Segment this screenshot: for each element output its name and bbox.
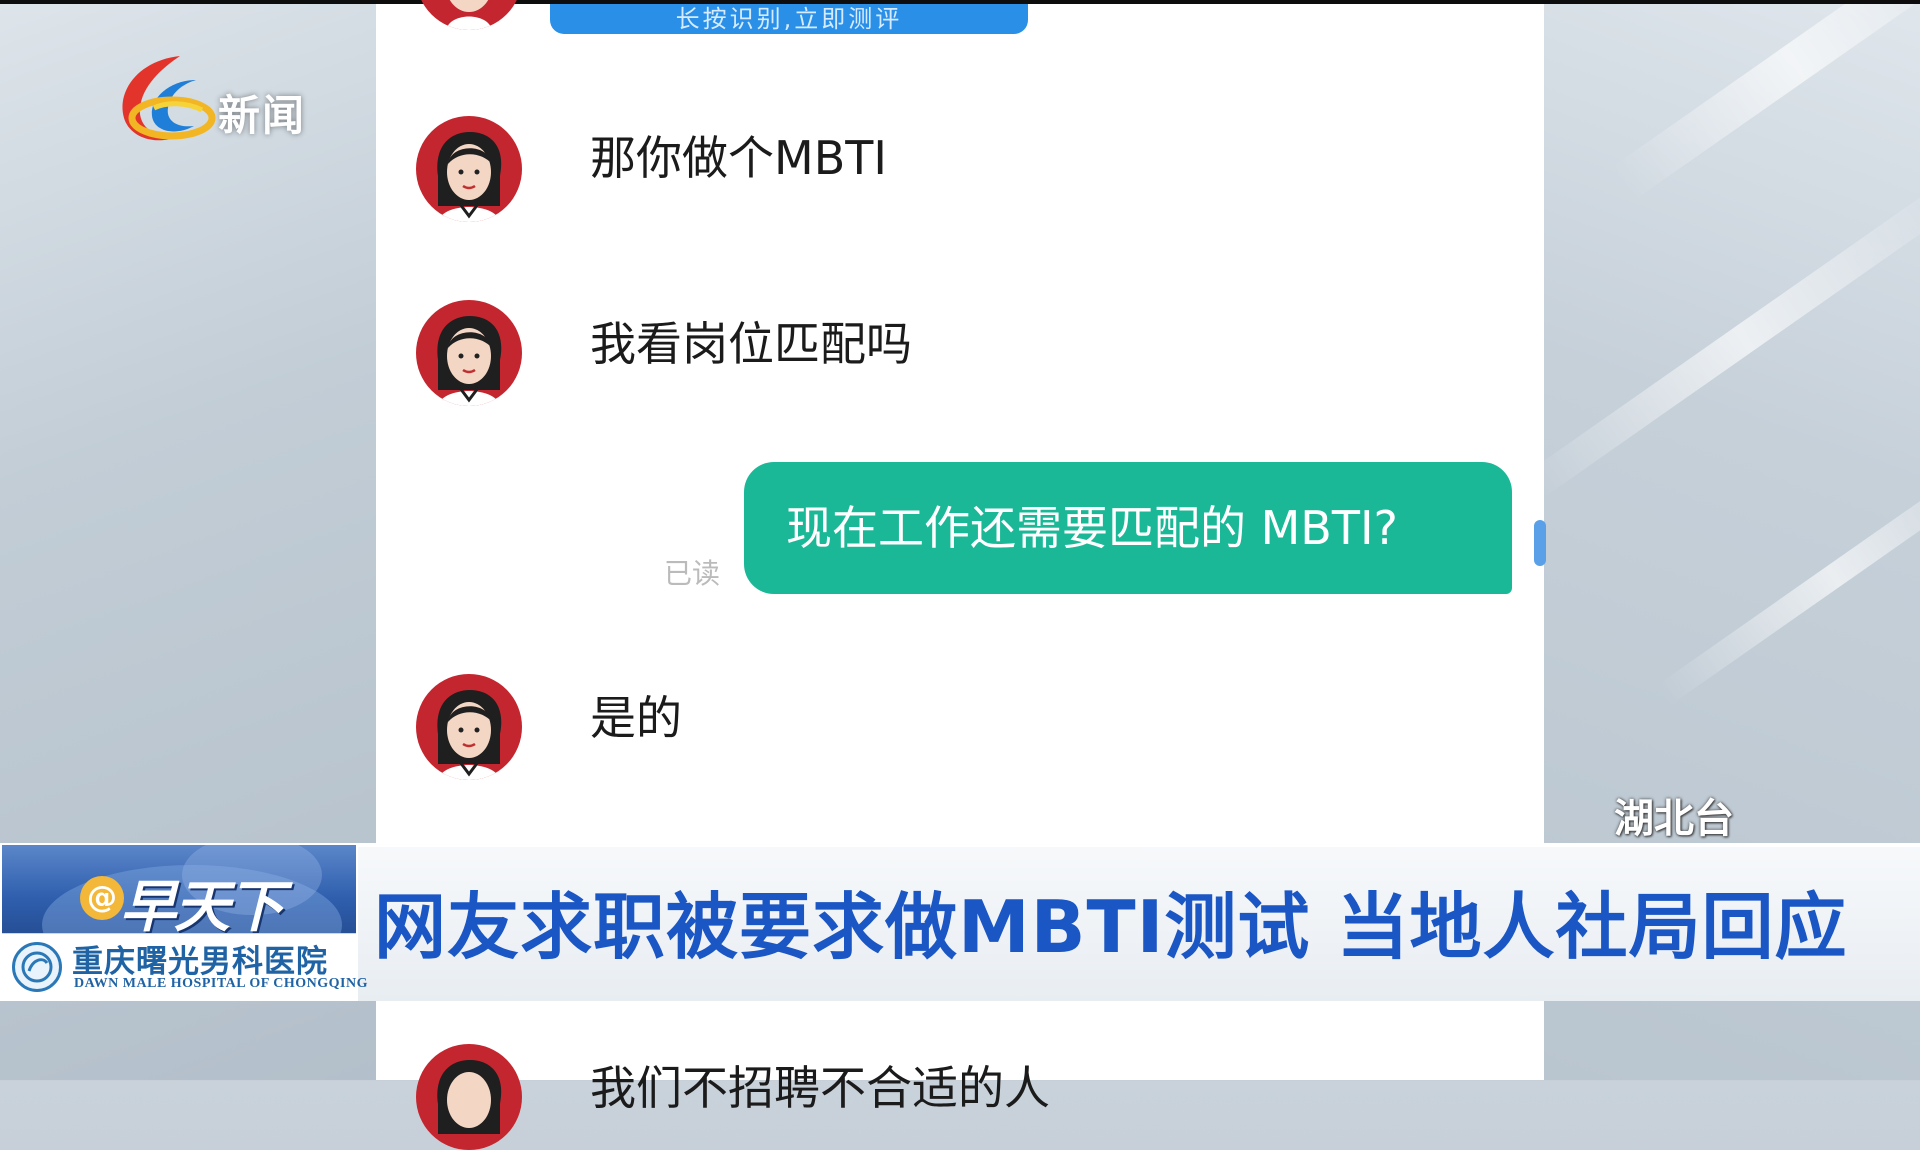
message-text: 我看岗位匹配吗: [590, 317, 912, 371]
lower-third-highlight: [356, 843, 1920, 847]
program-at-icon: @: [80, 876, 124, 920]
avatar-icon: [416, 300, 522, 406]
user-message-bubble: 现在工作还需要匹配的 MBTI?: [744, 462, 1512, 594]
station-watermark: 湖北台: [1614, 796, 1734, 842]
channel-logo-text: 新闻: [218, 91, 307, 140]
evaluate-link-button[interactable]: 长按识别,立即测评: [550, 4, 1028, 34]
user-avatar-edge: [1534, 520, 1546, 566]
avatar-icon: [416, 0, 522, 30]
message-text: 我们不招聘不合适的人: [590, 1061, 1050, 1115]
avatar-icon: [416, 1044, 522, 1150]
news-headline: 网友求职被要求做MBTI测试 当地人社局回应: [374, 885, 1848, 969]
sponsor-name-en: DAWN MALE HOSPITAL OF CHONGQING: [74, 976, 368, 991]
avatar-icon: [416, 674, 522, 780]
sponsor-name-cn: 重庆曙光男科医院: [72, 944, 328, 980]
avatar-icon: [416, 116, 522, 222]
message-text: 那你做个MBTI: [590, 131, 887, 185]
read-status: 已读: [664, 557, 721, 590]
program-name: 早天下: [120, 875, 284, 940]
message-text: 是的: [590, 691, 682, 745]
hospital-logo-icon: [12, 942, 62, 992]
